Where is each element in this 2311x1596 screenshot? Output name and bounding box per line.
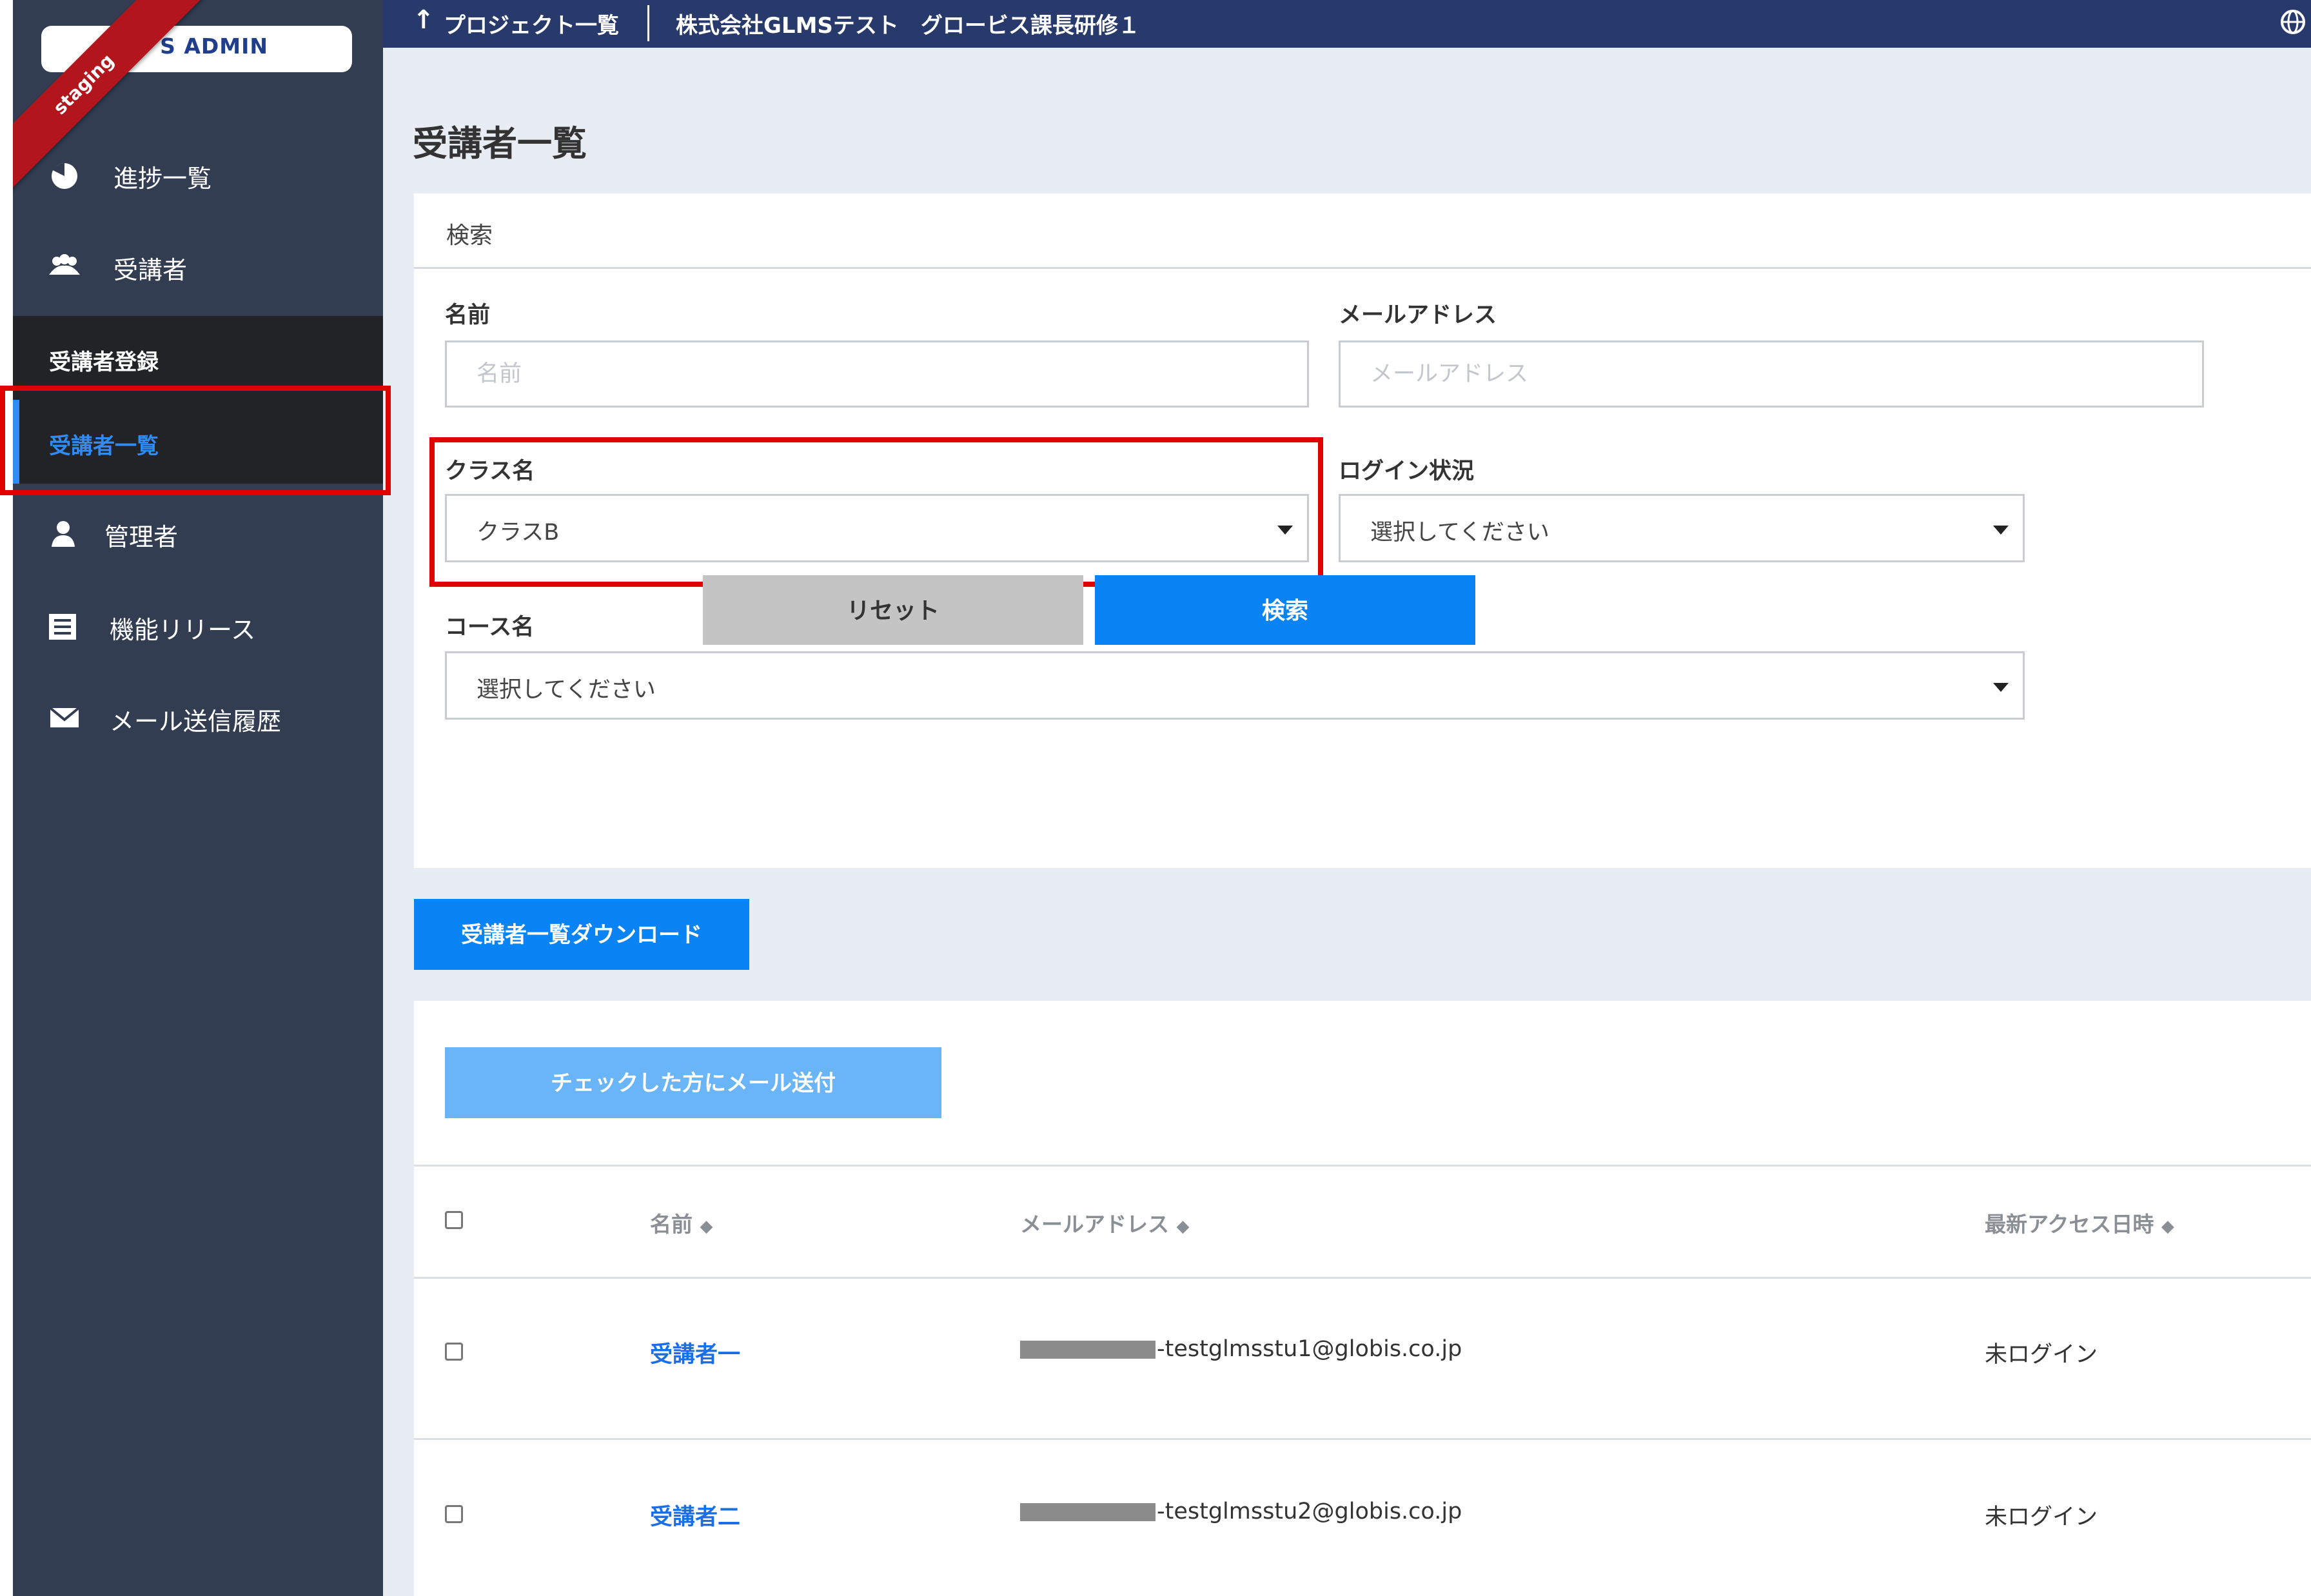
student-last-access: 未ログイン — [1985, 1342, 2098, 1368]
email-label: メールアドレス — [1339, 302, 1497, 328]
user-icon — [52, 521, 75, 547]
breadcrumb-project: 株式会社GLMSテスト グロービス課長研修１ — [676, 13, 1140, 39]
highlight-box-student-list — [0, 386, 391, 495]
select-all-checkbox[interactable] — [445, 1211, 463, 1229]
send-mail-to-checked-button[interactable]: チェックした方にメール送付 — [445, 1047, 941, 1118]
divider — [414, 1438, 2311, 1440]
login-status-label: ログイン状況 — [1339, 458, 1475, 484]
course-label: コース名 — [445, 615, 535, 640]
sort-icon: ◆ — [2161, 1217, 2174, 1236]
breadcrumb-projects[interactable]: プロジェクト一覧 — [444, 8, 619, 39]
search-panel-header: 検索 — [414, 193, 2311, 269]
back-arrow-icon[interactable]: ↑ — [413, 5, 435, 35]
pie-chart-icon — [52, 163, 77, 189]
login-status-select[interactable]: 選択してください — [1339, 494, 2025, 562]
chevron-down-icon — [1993, 683, 2009, 692]
download-student-list-button[interactable]: 受講者一覧ダウンロード — [414, 899, 749, 970]
globe-icon[interactable] — [2280, 9, 2306, 35]
left-edge-strip — [0, 0, 13, 1596]
row-checkbox[interactable] — [445, 1505, 463, 1523]
column-header-label: 最新アクセス日時 — [1985, 1212, 2154, 1237]
top-bar: ↑ プロジェクト一覧 株式会社GLMSテスト グロービス課長研修１ — [383, 0, 2311, 48]
sidebar-item-releases[interactable]: 機能リリース — [13, 587, 383, 664]
search-button[interactable]: 検索 — [1095, 575, 1475, 645]
row-checkbox[interactable] — [445, 1343, 463, 1361]
document-icon — [49, 614, 76, 640]
sidebar-item-label: 機能リリース — [110, 616, 256, 644]
name-label: 名前 — [445, 302, 491, 328]
sidebar-item-label: メール送信履歴 — [110, 707, 282, 736]
column-header-name[interactable]: 名前 ◆ — [650, 1207, 713, 1238]
column-header-email[interactable]: メールアドレス ◆ — [1020, 1207, 1190, 1238]
brand-text: S ADMIN — [160, 34, 268, 59]
student-email-text: -testglmsstu1@globis.co.jp — [1157, 1336, 1462, 1362]
page-title: 受講者一覧 — [413, 123, 587, 164]
student-list-panel: チェックした方にメール送付 名前 ◆ メールアドレス ◆ 最新アクセス日時 ◆ … — [414, 1001, 2311, 1596]
course-select[interactable]: 選択してください — [445, 651, 2025, 720]
divider — [414, 1165, 2311, 1167]
sidebar-item-admins[interactable]: 管理者 — [13, 494, 383, 571]
divider — [414, 1277, 2311, 1279]
student-name-link[interactable]: 受講者二 — [650, 1499, 740, 1532]
users-icon — [49, 254, 80, 275]
sidebar-item-label: 進捗一覧 — [113, 164, 212, 193]
sort-icon: ◆ — [1176, 1217, 1190, 1236]
search-panel-title: 検索 — [446, 222, 493, 249]
student-email: -testglmsstu1@globis.co.jp — [1020, 1336, 1462, 1362]
redacted-block — [1020, 1503, 1156, 1521]
column-header-label: メールアドレス — [1020, 1212, 1169, 1237]
email-input[interactable] — [1339, 340, 2204, 408]
name-input[interactable] — [445, 340, 1309, 408]
reset-button[interactable]: リセット — [703, 575, 1083, 645]
login-status-select-value: 選択してください — [1370, 520, 1549, 546]
column-header-last-access[interactable]: 最新アクセス日時 ◆ — [1985, 1207, 2174, 1238]
sidebar-item-progress[interactable]: 進捗一覧 — [13, 135, 383, 213]
student-email-text: -testglmsstu2@globis.co.jp — [1157, 1499, 1462, 1524]
sidebar-item-mail-history[interactable]: メール送信履歴 — [13, 678, 383, 756]
sidebar-item-label: 受講者 — [113, 256, 188, 284]
highlight-box-class-select — [429, 437, 1323, 587]
sidebar-subitem-label: 受講者登録 — [49, 350, 159, 375]
sidebar-item-label: 管理者 — [104, 523, 179, 551]
redacted-block — [1020, 1341, 1156, 1359]
student-email: -testglmsstu2@globis.co.jp — [1020, 1499, 1462, 1524]
chevron-down-icon — [1993, 526, 2009, 535]
student-last-access: 未ログイン — [1985, 1504, 2098, 1530]
breadcrumb-separator — [647, 5, 649, 41]
sidebar: S ADMIN staging 進捗一覧 受講者 受講者登録 受講者一覧 管理者 — [13, 0, 383, 1596]
student-name-link[interactable]: 受講者一 — [650, 1336, 740, 1369]
envelope-icon — [49, 707, 80, 727]
course-select-value: 選択してください — [477, 677, 656, 703]
column-header-label: 名前 — [650, 1212, 693, 1237]
sort-icon: ◆ — [700, 1217, 713, 1236]
sidebar-item-students[interactable]: 受講者 — [13, 227, 383, 304]
